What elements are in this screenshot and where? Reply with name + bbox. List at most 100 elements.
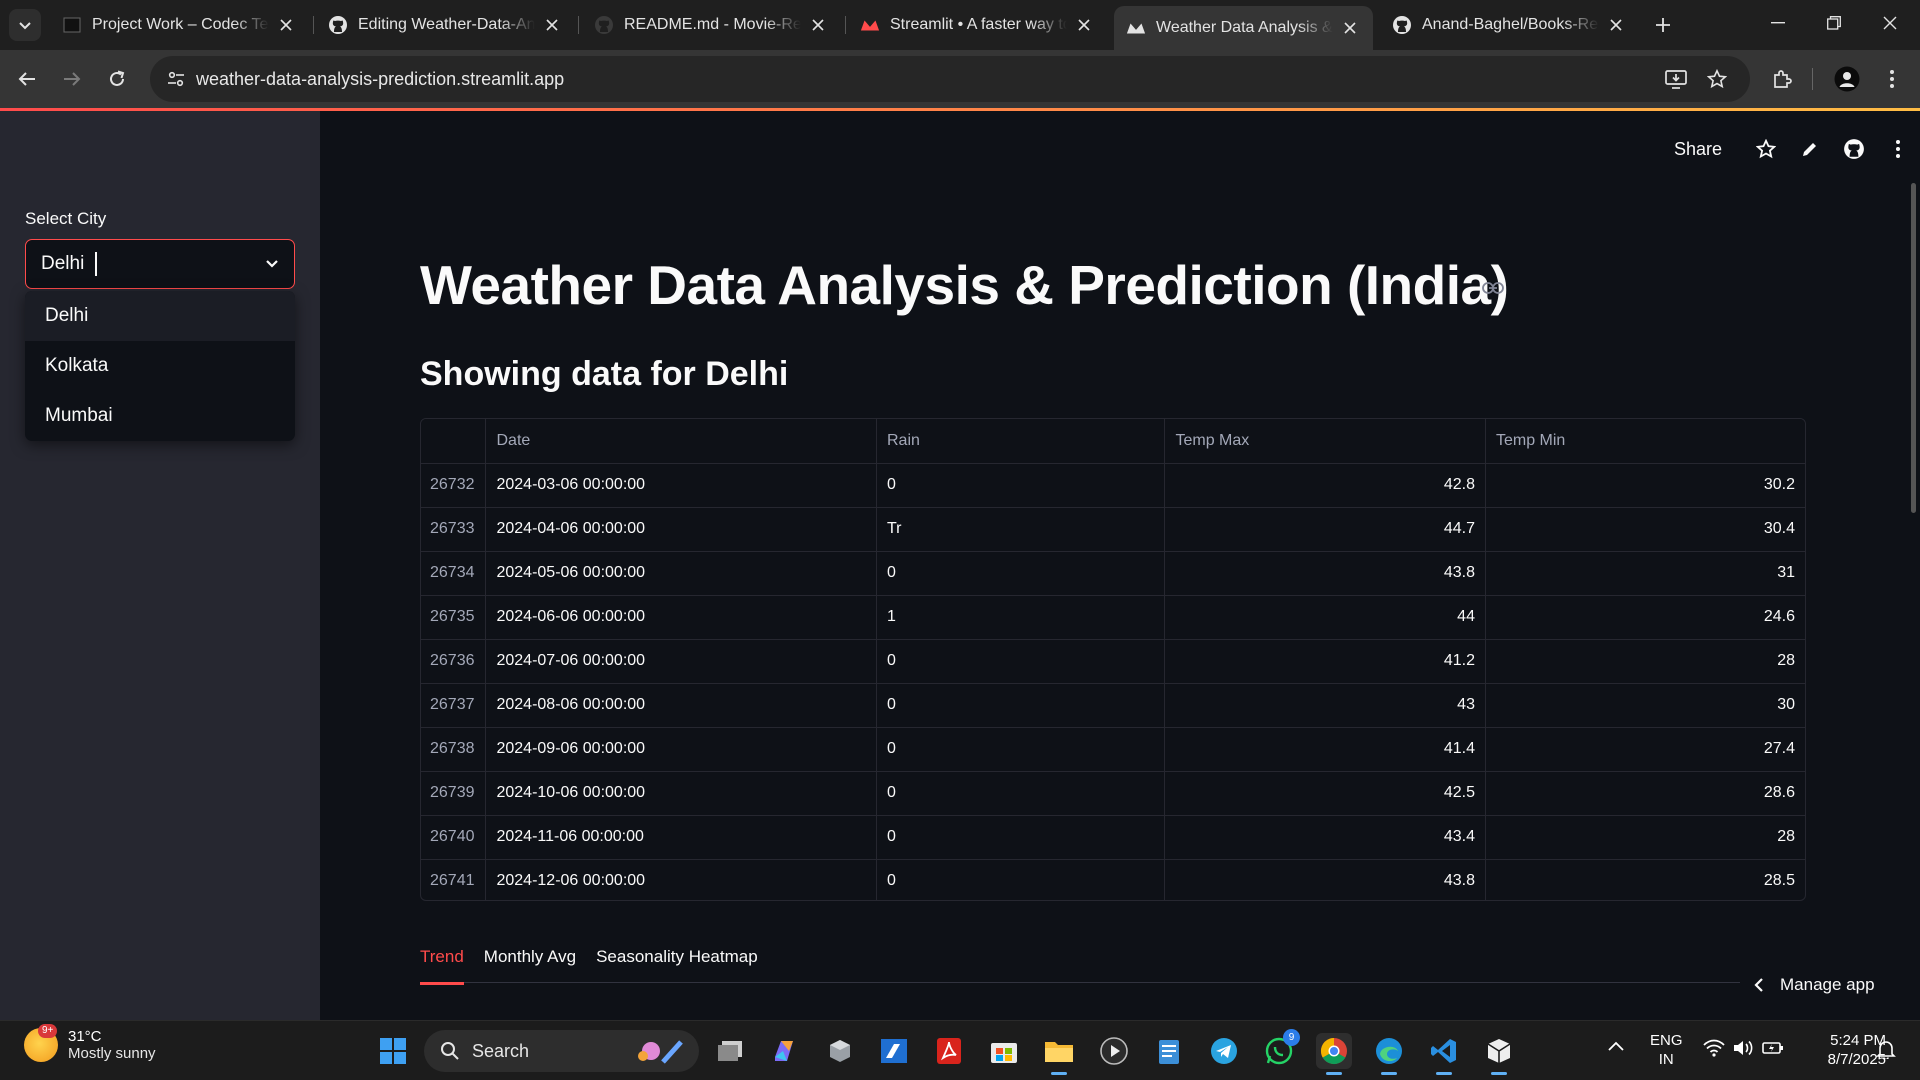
whatsapp-icon[interactable]: 9 [1261,1029,1300,1069]
cell-temp-min[interactable]: 28.6 [1485,771,1805,816]
restore-button[interactable] [1806,0,1862,46]
site-info-icon[interactable] [160,63,192,95]
cell-rain[interactable]: 0 [876,727,1166,772]
cell-temp-min[interactable]: 31 [1485,551,1805,596]
tab-seasonality-heatmap[interactable]: Seasonality Heatmap [596,943,758,983]
start-button[interactable] [375,1033,411,1069]
cell-rain[interactable]: 0 [876,815,1166,860]
column-header-date[interactable]: Date [485,419,877,464]
weather-dataframe[interactable]: Date Rain Temp Max Temp Min 26732 2024-03… [420,418,1806,901]
input-language-indicator[interactable]: ENG IN [1650,1031,1683,1069]
dropdown-option-mumbai[interactable]: Mumbai [25,391,295,441]
close-icon[interactable] [541,14,563,36]
cell-temp-max[interactable]: 44 [1164,595,1486,640]
cell-temp-max[interactable]: 41.2 [1164,639,1486,684]
browser-tab[interactable]: README.md - Movie-Reco [582,8,841,42]
url-text[interactable]: weather-data-analysis-prediction.streaml… [196,69,564,90]
microsoft-store-icon[interactable] [986,1033,1022,1069]
cell-date[interactable]: 2024-07-06 00:00:00 [485,639,877,684]
minimize-button[interactable] [1750,0,1806,46]
install-app-icon[interactable] [1660,63,1692,95]
cell-index[interactable]: 26738 [421,727,487,772]
cell-rain[interactable]: 0 [876,683,1166,728]
cell-date[interactable]: 2024-09-06 00:00:00 [485,727,877,772]
cell-date[interactable]: 2024-12-06 00:00:00 [485,859,877,900]
adobe-acrobat-icon[interactable] [931,1033,967,1069]
column-header-temp-min[interactable]: Temp Min [1485,419,1805,464]
cell-rain[interactable]: 0 [876,551,1166,596]
cell-temp-min[interactable]: 30.2 [1485,463,1805,508]
close-icon[interactable] [275,14,297,36]
city-select-value[interactable]: Delhi [41,253,84,275]
star-icon[interactable] [1744,131,1788,167]
close-icon[interactable] [1339,17,1361,39]
cell-rain[interactable]: 1 [876,595,1166,640]
media-player-icon[interactable] [1096,1033,1132,1069]
cell-temp-min[interactable]: 30 [1485,683,1805,728]
file-explorer-icon[interactable] [1041,1033,1077,1075]
cell-date[interactable]: 2024-04-06 00:00:00 [485,507,877,552]
cell-rain[interactable]: 0 [876,771,1166,816]
cell-index[interactable]: 26740 [421,815,487,860]
cell-temp-min[interactable]: 28.5 [1485,859,1805,900]
forward-button[interactable] [54,61,90,97]
app-cube-icon[interactable] [822,1033,858,1069]
taskbar-search[interactable]: Search [424,1030,699,1072]
cell-temp-max[interactable]: 42.8 [1164,463,1486,508]
weather-widget[interactable]: 9+ 31°C Mostly sunny [24,1024,156,1062]
app-box-icon[interactable] [1481,1033,1517,1075]
new-tab-button[interactable] [1648,12,1678,38]
cell-index[interactable]: 26737 [421,683,487,728]
tab-trend[interactable]: Trend [420,943,464,985]
cell-rain[interactable]: Tr [876,507,1166,552]
cell-date[interactable]: 2024-08-06 00:00:00 [485,683,877,728]
browser-tab[interactable]: Anand-Baghel/Books-Reco [1380,8,1639,42]
back-button[interactable] [9,61,45,97]
dropdown-option-delhi[interactable]: Delhi [25,291,295,341]
address-bar[interactable]: weather-data-analysis-prediction.streaml… [150,56,1750,102]
notepad-icon[interactable] [1151,1033,1187,1069]
cell-temp-min[interactable]: 24.6 [1485,595,1805,640]
bookmark-star-icon[interactable] [1701,63,1733,95]
tab-search-button[interactable] [9,9,41,41]
reload-button[interactable] [99,61,135,97]
browser-tab[interactable]: Project Work – Codec Tech [50,8,309,42]
cell-index[interactable]: 26732 [421,463,487,508]
column-header-index[interactable] [421,419,487,464]
cell-date[interactable]: 2024-03-06 00:00:00 [485,463,877,508]
column-header-temp-max[interactable]: Temp Max [1164,419,1486,464]
cell-index[interactable]: 26741 [421,859,487,900]
cell-index[interactable]: 26734 [421,551,487,596]
battery-icon[interactable] [1762,1039,1784,1057]
cell-temp-max[interactable]: 41.4 [1164,727,1486,772]
task-view-icon[interactable] [712,1033,748,1069]
wifi-icon[interactable] [1703,1039,1725,1057]
browser-tab[interactable]: Editing Weather-Data-Anal [316,8,575,42]
share-button[interactable]: Share [1674,139,1722,160]
cell-index[interactable]: 26739 [421,771,487,816]
cell-index[interactable]: 26733 [421,507,487,552]
vscode-icon[interactable] [1426,1033,1462,1075]
system-clock[interactable]: 5:24 PM 8/7/2025 [1804,1031,1886,1069]
anchor-link-icon[interactable] [1482,281,1504,295]
cell-date[interactable]: 2024-05-06 00:00:00 [485,551,877,596]
cell-temp-max[interactable]: 43.8 [1164,859,1486,900]
cell-date[interactable]: 2024-10-06 00:00:00 [485,771,877,816]
telegram-icon[interactable] [1206,1033,1242,1069]
cell-temp-min[interactable]: 30.4 [1485,507,1805,552]
city-select[interactable]: Delhi [25,239,295,289]
scrollbar-thumb[interactable] [1911,183,1916,513]
manage-app-button[interactable]: Manage app [1754,971,1875,999]
chrome-icon[interactable] [1316,1033,1352,1075]
browser-tab-active[interactable]: Weather Data Analysis & P [1114,6,1373,50]
cell-temp-max[interactable]: 43 [1164,683,1486,728]
cell-temp-min[interactable]: 27.4 [1485,727,1805,772]
dropdown-option-kolkata[interactable]: Kolkata [25,341,295,391]
column-header-rain[interactable]: Rain [876,419,1166,464]
close-window-button[interactable] [1862,0,1918,46]
app-blue-icon[interactable] [876,1033,912,1069]
app-menu-icon[interactable] [1876,131,1920,167]
cell-rain[interactable]: 0 [876,463,1166,508]
browser-menu-button[interactable] [1874,61,1910,97]
cell-index[interactable]: 26736 [421,639,487,684]
